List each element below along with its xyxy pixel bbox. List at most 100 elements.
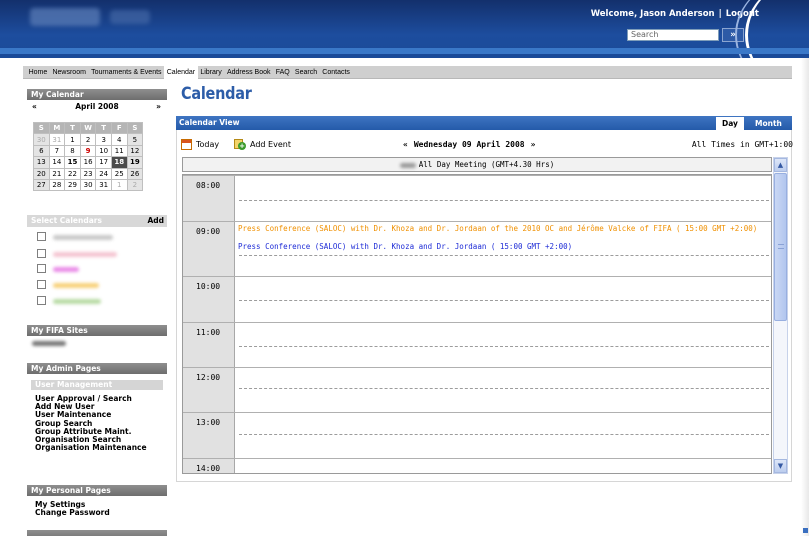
mini-calendar-nav: April 2008 « » xyxy=(27,102,167,112)
nav-item-library[interactable]: Library xyxy=(198,66,225,79)
hour-label: 09:00 xyxy=(183,222,235,276)
hour-label: 08:00 xyxy=(183,176,235,221)
mini-calendar-day[interactable]: 20 xyxy=(33,167,50,180)
nav-item-home[interactable]: Home xyxy=(26,66,50,79)
nav-item-calendar[interactable]: Calendar xyxy=(164,66,198,79)
mini-calendar-day[interactable]: 25 xyxy=(110,167,128,180)
prev-day-button[interactable]: « xyxy=(403,140,408,149)
admin-link-organisation-maintenance[interactable]: Organisation Maintenance xyxy=(35,444,167,452)
weekday-label: W xyxy=(79,121,97,135)
mini-calendar-day[interactable]: 26 xyxy=(126,167,144,180)
calendar-checkbox[interactable] xyxy=(37,249,46,258)
mini-calendar-prev-button[interactable]: « xyxy=(32,102,37,111)
calendar-row xyxy=(37,232,162,242)
scroll-grip-icon xyxy=(778,244,784,249)
fifa-site-link-redacted[interactable] xyxy=(32,341,66,346)
hour-row[interactable]: 14:00 xyxy=(183,458,771,473)
mini-calendar-day[interactable]: 24 xyxy=(95,167,112,180)
mini-calendar-day[interactable]: 8 xyxy=(64,144,81,158)
nav-item-faq[interactable]: FAQ xyxy=(273,66,292,79)
site-logo[interactable] xyxy=(30,8,100,26)
mini-calendar-day[interactable]: 10 xyxy=(95,144,112,158)
mini-calendar-day[interactable]: 1 xyxy=(110,178,128,192)
next-day-button[interactable]: » xyxy=(531,140,536,149)
add-event-icon: + xyxy=(234,139,246,150)
mini-calendar-day[interactable]: 21 xyxy=(48,167,66,180)
user-management-heading: User Management xyxy=(31,380,163,390)
hour-row[interactable]: 12:00 xyxy=(183,367,771,412)
hour-row[interactable]: 13:00 xyxy=(183,412,771,458)
header-search-input[interactable]: Search xyxy=(627,29,719,41)
weekday-label: M xyxy=(48,121,66,135)
calendar-checkbox[interactable] xyxy=(37,280,46,289)
my-personal-pages-panel: My Personal Pages My Settings Change Pass… xyxy=(27,485,167,517)
mini-calendar-day[interactable]: 11 xyxy=(110,144,128,158)
mini-calendar-day[interactable]: 15 xyxy=(64,156,81,169)
mini-calendar-day[interactable]: 28 xyxy=(48,178,66,192)
mini-calendar-day[interactable]: 29 xyxy=(64,178,81,192)
hour-row[interactable]: 11:00 xyxy=(183,322,771,367)
mini-calendar-day[interactable]: 19 xyxy=(126,156,144,169)
page-title: Calendar xyxy=(181,84,252,104)
mini-calendar-day[interactable]: 1 xyxy=(64,133,81,146)
mini-calendar-day[interactable]: 22 xyxy=(64,167,81,180)
calendar-checkbox[interactable] xyxy=(37,264,46,273)
all-day-event[interactable]: All Day Meeting (GMT+4.30 Hrs) xyxy=(182,157,772,172)
mini-calendar-day[interactable]: 13 xyxy=(33,156,50,169)
mini-calendar-day[interactable]: 14 xyxy=(48,156,66,169)
tab-day[interactable]: Day xyxy=(716,117,744,130)
hour-label: 14:00 xyxy=(183,459,235,473)
mini-calendar-day[interactable]: 9 xyxy=(79,144,97,158)
calendar-checkbox[interactable] xyxy=(37,296,46,305)
mini-calendar-day[interactable]: 16 xyxy=(79,156,97,169)
mini-calendar-day[interactable]: 4 xyxy=(110,133,128,146)
welcome-separator: | xyxy=(718,9,722,19)
mini-calendar-day[interactable]: 30 xyxy=(33,133,50,146)
mini-calendar-day[interactable]: 2 xyxy=(126,178,144,192)
weekday-label: S xyxy=(126,121,144,135)
today-button[interactable]: Today xyxy=(181,139,219,150)
mini-calendar-day[interactable]: 30 xyxy=(79,178,97,192)
mini-calendar-day[interactable]: 3 xyxy=(95,133,112,146)
mini-calendar-week: 13 14 15 16 17 18 19 xyxy=(33,156,144,169)
mini-calendar-day[interactable]: 23 xyxy=(79,167,97,180)
add-calendar-button[interactable]: Add xyxy=(147,215,164,227)
nav-item-search[interactable]: Search xyxy=(292,66,319,79)
scroll-thumb[interactable] xyxy=(774,173,787,321)
personal-link-change-password[interactable]: Change Password xyxy=(35,508,167,517)
event-press-conference[interactable]: Press Conference (SALOC) with Dr. Khoza … xyxy=(238,243,758,251)
nav-item-address-book[interactable]: Address Book xyxy=(224,66,273,79)
add-event-button[interactable]: + Add Event xyxy=(234,139,291,150)
mini-calendar: S M T W T F S 30 31 1 2 3 4 5 6 7 8 9 10 11 12 13 14 15 16 17 18 19… xyxy=(33,121,144,192)
hour-row[interactable]: 10:00 xyxy=(183,276,771,322)
main-nav: Home Newsroom Tournaments & Events Calendar… xyxy=(23,66,792,79)
calendar-checkbox[interactable] xyxy=(37,232,46,241)
scroll-down-button[interactable]: ▼ xyxy=(774,459,787,473)
mini-calendar-weekday-row: SMTWTFS xyxy=(33,121,144,135)
nav-item-newsroom[interactable]: Newsroom xyxy=(50,66,89,79)
mini-calendar-day[interactable]: 12 xyxy=(126,144,144,158)
mini-calendar-day[interactable]: 31 xyxy=(48,133,66,146)
mini-calendar-day[interactable]: 18 xyxy=(110,156,128,169)
mini-calendar-day[interactable]: 27 xyxy=(33,178,50,192)
mini-calendar-day[interactable]: 5 xyxy=(126,133,144,146)
mini-calendar-next-button[interactable]: » xyxy=(156,102,161,111)
all-day-event-owner-redacted xyxy=(399,162,416,168)
mini-calendar-day[interactable]: 6 xyxy=(33,144,50,158)
weekday-label: T xyxy=(95,121,112,135)
welcome-area: Welcome, Jason Anderson | Logout xyxy=(591,9,759,19)
tab-month[interactable]: Month xyxy=(749,117,788,130)
scroll-up-button[interactable]: ▲ xyxy=(774,158,787,172)
event-press-conference-full[interactable]: Press Conference (SALOC) with Dr. Khoza … xyxy=(238,225,758,233)
half-hour-line xyxy=(239,434,769,435)
day-grid-scrollbar[interactable]: ▲ ▼ xyxy=(773,157,788,474)
nav-item-contacts[interactable]: Contacts xyxy=(320,66,353,79)
mini-calendar-day[interactable]: 2 xyxy=(79,133,97,146)
mini-calendar-day[interactable]: 31 xyxy=(95,178,112,192)
calendar-toolbar: Today + Add Event « Wednesday 09 April 20… xyxy=(181,139,793,153)
mini-calendar-day[interactable]: 7 xyxy=(48,144,66,158)
nav-item-tournaments-events[interactable]: Tournaments & Events xyxy=(89,66,165,79)
hour-row[interactable]: 08:00 xyxy=(183,175,771,221)
browser-right-edge xyxy=(801,58,809,536)
mini-calendar-day[interactable]: 17 xyxy=(95,156,112,169)
